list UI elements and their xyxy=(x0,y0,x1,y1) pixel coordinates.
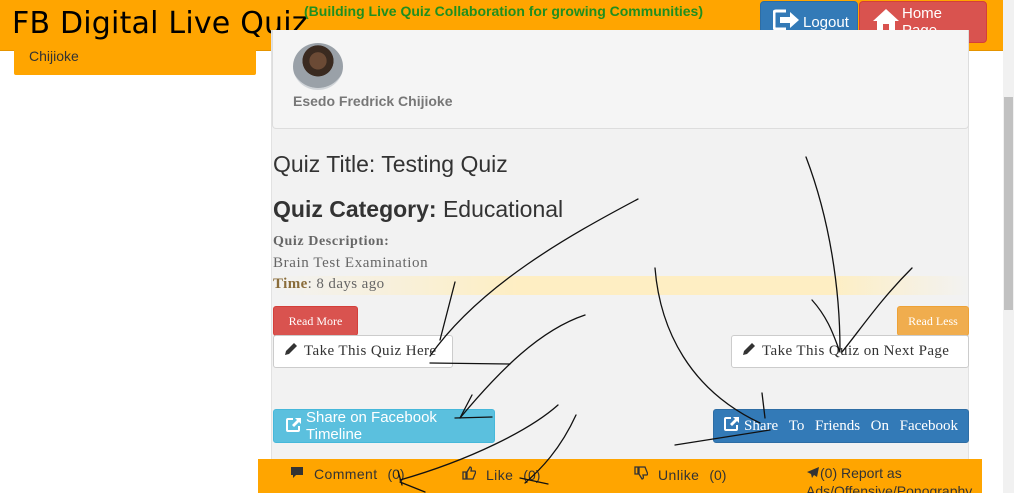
site-tagline: (Building Live Quiz Collaboration for gr… xyxy=(304,3,703,19)
take-quiz-next-page-label: Take This Quiz on Next Page xyxy=(762,343,950,359)
share-facebook-timeline-label: Share on Facebook Timeline xyxy=(306,409,437,443)
quiz-time-label: Time xyxy=(273,276,308,292)
comment-button[interactable]: Comment (0) xyxy=(290,466,405,482)
quiz-action-bar: Comment (0) Like (0) Unlike (0) (0) Repo… xyxy=(258,459,982,493)
take-quiz-here-button[interactable]: Take This Quiz Here xyxy=(273,335,453,368)
author-card: Esedo Fredrick Chijioke xyxy=(272,30,969,129)
report-button[interactable]: (0) Report as Ads/Offensive/Ponography xyxy=(806,465,981,493)
quiz-time-value: : 8 days ago xyxy=(307,276,385,292)
site-title[interactable]: FB Digital Live Quiz xyxy=(12,6,308,41)
share-to-friends-first: Share xyxy=(724,416,778,436)
share-friends-word: To xyxy=(788,417,805,434)
page-scrollbar[interactable] xyxy=(1003,0,1014,493)
comment-count: (0) xyxy=(387,466,405,482)
like-button[interactable]: Like (0) xyxy=(462,466,540,483)
sidebar-profile-card: Chijioke xyxy=(14,40,256,75)
thumbs-down-icon xyxy=(634,466,649,483)
quiz-description-label: Quiz Description: xyxy=(273,234,390,249)
take-quiz-next-page-button[interactable]: Take This Quiz on Next Page xyxy=(731,335,969,368)
read-more-button[interactable]: Read More xyxy=(273,306,358,336)
unlike-button[interactable]: Unlike (0) xyxy=(634,466,726,483)
quiz-description: Brain Test Examination xyxy=(273,255,429,271)
pencil-icon xyxy=(742,342,762,361)
read-less-button[interactable]: Read Less xyxy=(897,306,969,336)
quiz-time: Time: 8 days ago xyxy=(273,276,970,295)
quiz-category-label: Quiz Category: xyxy=(273,196,437,222)
share-to-friends-button[interactable]: Share To Friends On Facebook xyxy=(713,409,969,443)
quiz-panel: Esedo Fredrick Chijioke Quiz Title: Test… xyxy=(271,30,970,470)
share-square-icon xyxy=(286,417,306,436)
avatar[interactable] xyxy=(293,43,343,90)
like-label: Like xyxy=(486,466,514,483)
share-friends-word: Share xyxy=(744,417,779,434)
share-friends-word: Friends xyxy=(815,417,861,434)
quiz-category-value: Educational xyxy=(442,196,564,222)
sidebar-user-name: Chijioke xyxy=(29,48,79,64)
report-label: (0) Report as Ads/Offensive/Ponography xyxy=(806,465,973,493)
pencil-icon xyxy=(284,342,304,361)
logout-label: Logout xyxy=(803,13,849,31)
paper-plane-icon xyxy=(806,466,820,483)
quiz-category: Quiz Category: Educational xyxy=(273,196,563,223)
page: FB Digital Live Quiz (Building Live Quiz… xyxy=(0,0,1014,493)
unlike-label: Unlike xyxy=(658,466,700,483)
share-friends-word: Facebook xyxy=(899,417,958,434)
comment-icon xyxy=(290,466,304,482)
scrollbar-thumb[interactable] xyxy=(1004,97,1013,310)
author-name[interactable]: Esedo Fredrick Chijioke xyxy=(293,93,453,109)
unlike-count: (0) xyxy=(709,466,727,483)
comment-label: Comment xyxy=(314,466,378,482)
thumbs-up-icon xyxy=(462,466,477,483)
like-count: (0) xyxy=(523,466,541,483)
share-square-icon xyxy=(724,416,744,436)
share-friends-word: On xyxy=(870,417,889,434)
quiz-title: Quiz Title: Testing Quiz xyxy=(273,151,508,177)
share-facebook-timeline-button[interactable]: Share on Facebook Timeline xyxy=(273,409,495,443)
take-quiz-here-label: Take This Quiz Here xyxy=(304,343,437,359)
